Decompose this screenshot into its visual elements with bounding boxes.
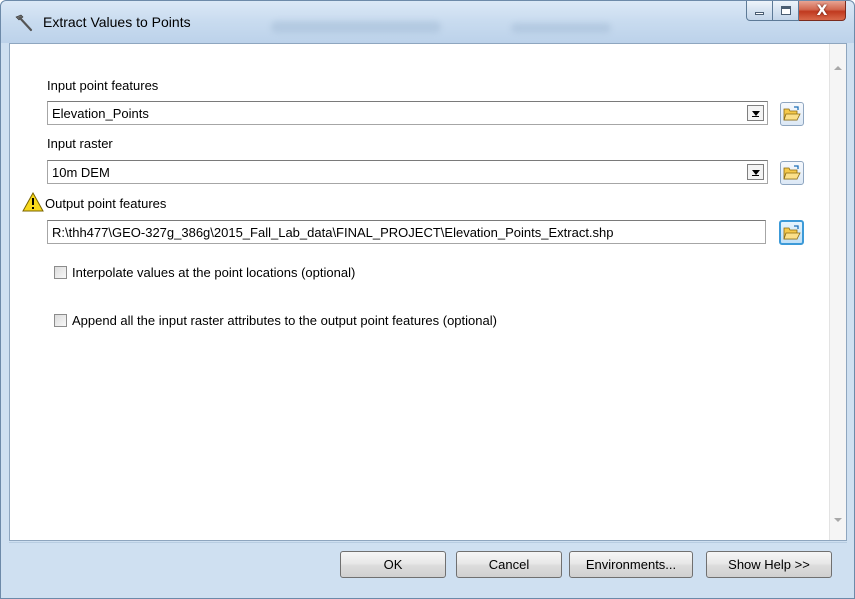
input-point-features-value: Elevation_Points <box>52 105 149 121</box>
browse-output-point-features-button[interactable] <box>779 220 804 245</box>
interpolate-checkbox[interactable] <box>54 266 67 279</box>
dropdown-arrow-button[interactable] <box>747 164 764 180</box>
ok-button[interactable]: OK <box>340 551 446 578</box>
scroll-down-arrow-icon[interactable] <box>834 518 842 522</box>
open-folder-icon <box>782 224 801 239</box>
tool-parameters-panel: Input point features Elevation_Points In… <box>9 43 847 541</box>
title-bar[interactable]: Extract Values to Points X <box>1 1 854 43</box>
input-raster-label: Input raster <box>47 136 113 151</box>
vertical-scrollbar[interactable] <box>829 44 846 540</box>
window-title: Extract Values to Points <box>43 14 191 30</box>
environments-button[interactable]: Environments... <box>569 551 693 578</box>
open-folder-icon <box>783 165 801 180</box>
input-raster-value: 10m DEM <box>52 164 110 180</box>
append-attributes-checkbox-label[interactable]: Append all the input raster attributes t… <box>72 313 497 328</box>
output-point-features-value: R:\thh477\GEO-327g_386g\2015_Fall_Lab_da… <box>52 224 614 240</box>
chevron-down-icon <box>751 110 760 116</box>
title-bar-glass <box>271 21 441 33</box>
input-point-features-combo[interactable]: Elevation_Points <box>47 101 768 125</box>
hammer-icon <box>15 14 33 32</box>
title-bar-glass <box>511 23 611 33</box>
input-raster-combo[interactable]: 10m DEM <box>47 160 768 184</box>
input-point-features-label: Input point features <box>47 78 159 93</box>
close-button[interactable]: X <box>799 1 846 21</box>
browse-input-point-features-button[interactable] <box>780 102 804 126</box>
cancel-button[interactable]: Cancel <box>456 551 562 578</box>
interpolate-checkbox-label[interactable]: Interpolate values at the point location… <box>72 265 355 280</box>
minimize-button[interactable] <box>746 1 773 21</box>
maximize-icon <box>780 6 791 15</box>
scroll-up-arrow-icon[interactable] <box>834 66 842 70</box>
browse-input-raster-button[interactable] <box>780 161 804 185</box>
output-point-features-label: Output point features <box>45 196 167 211</box>
caption-buttons: X <box>746 1 846 21</box>
append-attributes-checkbox[interactable] <box>54 314 67 327</box>
dialog-window: Extract Values to Points X Input point f… <box>0 0 855 599</box>
output-point-features-input[interactable]: R:\thh477\GEO-327g_386g\2015_Fall_Lab_da… <box>47 220 766 244</box>
dropdown-arrow-button[interactable] <box>747 105 764 121</box>
warning-triangle-icon <box>22 192 44 212</box>
show-help-button[interactable]: Show Help >> <box>706 551 832 578</box>
minimize-icon <box>755 12 764 15</box>
footer-divider <box>9 542 847 543</box>
maximize-button[interactable] <box>773 1 799 21</box>
close-icon: X <box>816 2 828 19</box>
open-folder-icon <box>783 106 801 121</box>
chevron-down-icon <box>751 169 760 175</box>
